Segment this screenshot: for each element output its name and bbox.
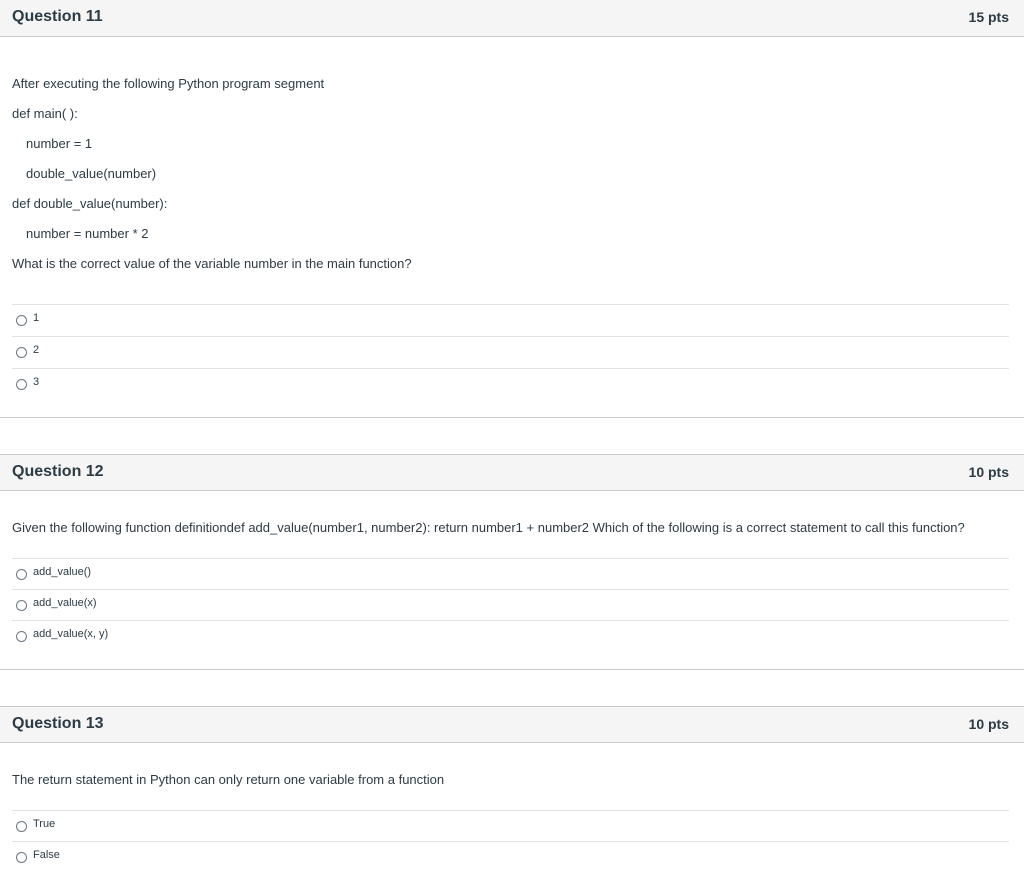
answer-label: 1	[33, 312, 40, 324]
question-points: 10 pts	[968, 716, 1009, 732]
radio-button[interactable]	[16, 852, 27, 863]
quiz-page: Question 11 15 pts After executing the f…	[0, 0, 1024, 890]
answer-option[interactable]: 1	[12, 304, 1009, 335]
radio-button[interactable]	[16, 821, 27, 832]
question-11: Question 11 15 pts After executing the f…	[0, 0, 1024, 418]
radio-button[interactable]	[16, 600, 27, 611]
answer-label: 2	[33, 344, 40, 356]
answer-list: add_value() add_value(x) add_value(x, y)	[12, 558, 1009, 652]
answer-label: add_value(x, y)	[33, 628, 109, 640]
answer-option[interactable]: add_value(x, y)	[12, 620, 1009, 651]
question-title: Question 13	[12, 715, 104, 732]
answer-option[interactable]: add_value()	[12, 558, 1009, 589]
answer-label: add_value(x)	[33, 597, 97, 609]
answer-option[interactable]: 3	[12, 368, 1009, 399]
code-line: def main( ):	[12, 106, 78, 121]
code-line: def double_value(number):	[12, 196, 168, 211]
question-title: Question 11	[12, 8, 103, 25]
radio-button[interactable]	[16, 315, 27, 326]
answer-list: True False	[12, 810, 1009, 874]
answer-label: 3	[33, 376, 40, 388]
question-header: Question 13 10 pts	[0, 706, 1024, 743]
answer-option[interactable]: True	[12, 810, 1009, 841]
question-text: After executing the following Python pro…	[12, 76, 325, 91]
radio-button[interactable]	[16, 631, 27, 642]
radio-button[interactable]	[16, 569, 27, 580]
answer-label: True	[33, 818, 56, 830]
radio-button[interactable]	[16, 347, 27, 358]
question-prompt: What is the correct value of the variabl…	[12, 256, 412, 271]
question-text: Given the following function definitiond…	[12, 520, 965, 535]
answer-option[interactable]: False	[12, 841, 1009, 872]
question-divider	[0, 417, 1024, 418]
question-header: Question 12 10 pts	[0, 454, 1024, 491]
question-13: Question 13 10 pts The return statement …	[0, 706, 1024, 890]
radio-button[interactable]	[16, 379, 27, 390]
answer-label: False	[33, 849, 60, 861]
answer-option[interactable]: add_value(x)	[12, 589, 1009, 620]
code-line: number = number * 2	[26, 226, 149, 241]
code-line: double_value(number)	[26, 166, 157, 181]
answer-label: add_value()	[33, 566, 92, 578]
question-text: The return statement in Python can only …	[12, 772, 445, 787]
question-divider	[0, 669, 1024, 670]
question-12: Question 12 10 pts Given the following f…	[0, 454, 1024, 670]
code-line: number = 1	[26, 136, 93, 151]
question-header: Question 11 15 pts	[0, 0, 1024, 37]
answer-list: 1 2 3	[12, 304, 1009, 398]
question-title: Question 12	[12, 463, 104, 480]
answer-option[interactable]: 2	[12, 336, 1009, 367]
question-points: 10 pts	[968, 464, 1009, 480]
question-points: 15 pts	[968, 9, 1009, 25]
